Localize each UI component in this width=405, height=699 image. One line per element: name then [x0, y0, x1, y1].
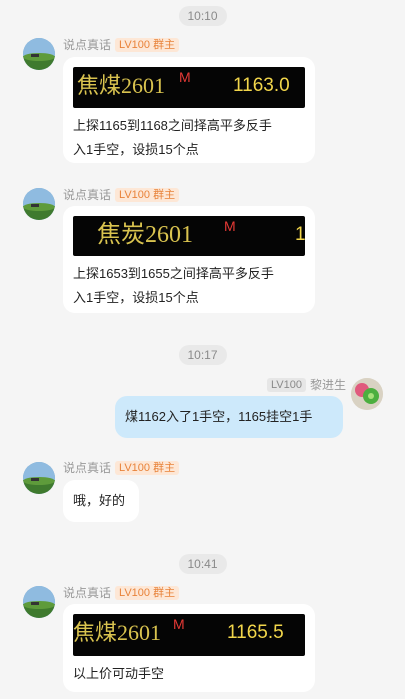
avatar[interactable]	[351, 378, 383, 410]
message-text: 上探1165到1168之间择高平多反手 入1手空，设损15个点	[73, 118, 272, 157]
sender-name: 说点真话 LV100 群主	[63, 584, 180, 602]
timestamp: 10:10	[178, 6, 227, 26]
sender-name: 说点真话 LV100 群主	[63, 459, 180, 477]
message-bubble[interactable]: 焦煤2601 M 1163.0 上探1165到1168之间择高平多反手 入1手空…	[63, 57, 315, 163]
contract-name: 焦煤2601	[77, 73, 166, 98]
contract-name: 焦煤2601	[73, 620, 162, 645]
group-owner-badge: LV100 群主	[115, 188, 180, 202]
group-owner-badge: LV100 群主	[115, 586, 180, 600]
flag-marker: M	[224, 218, 236, 234]
level-badge: LV100	[267, 378, 306, 392]
sender-name: LV100 黎进生	[267, 376, 346, 394]
price: 1165.5	[227, 622, 284, 643]
message-bubble[interactable]: 煤1162入了1手空，1165挂空1手	[115, 396, 343, 438]
message-bubble[interactable]: 焦煤2601 M 1165.5 以上价可动手空	[63, 604, 315, 692]
message-text: 上探1653到1655之间择高平多反手 入1手空，设损15个点	[73, 266, 274, 305]
flag-marker: M	[179, 69, 191, 85]
quote-image[interactable]: 焦煤2601 M 1163.0	[73, 67, 305, 108]
group-owner-badge: LV100 群主	[115, 461, 180, 475]
sender-name: 说点真话 LV100 群主	[63, 186, 180, 204]
avatar[interactable]	[23, 462, 55, 494]
timestamp: 10:17	[178, 345, 227, 365]
avatar[interactable]	[23, 188, 55, 220]
avatar[interactable]	[23, 586, 55, 618]
message-bubble[interactable]: 焦炭2601 M 1 上探1653到1655之间择高平多反手 入1手空，设损15…	[63, 206, 315, 313]
contract-name: 焦炭2601	[97, 222, 193, 248]
message-text: 以上价可动手空	[73, 666, 165, 681]
price: 1	[295, 224, 305, 245]
message-text: 哦，好的	[73, 493, 126, 508]
quote-image[interactable]: 焦炭2601 M 1	[73, 216, 305, 256]
message-bubble[interactable]: 哦，好的	[63, 480, 139, 522]
sender-name: 说点真话 LV100 群主	[63, 36, 180, 54]
flag-marker: M	[173, 616, 185, 632]
timestamp: 10:41	[178, 554, 227, 574]
quote-image[interactable]: 焦煤2601 M 1165.5	[73, 614, 305, 656]
avatar[interactable]	[23, 38, 55, 70]
price: 1163.0	[233, 75, 290, 96]
group-owner-badge: LV100 群主	[115, 38, 180, 52]
